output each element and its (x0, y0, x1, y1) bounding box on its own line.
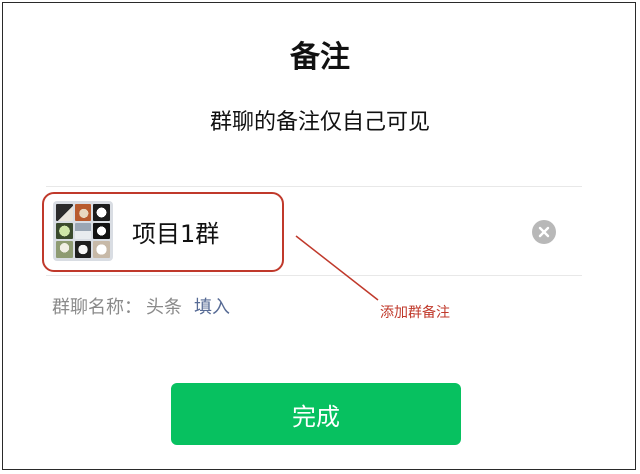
fill-in-link[interactable]: 填入 (194, 297, 230, 318)
done-button[interactable]: 完成 (171, 383, 461, 445)
group-name-row: 群聊名称： 头条 填入 (52, 293, 230, 319)
group-name-value: 头条 (146, 297, 182, 318)
group-name-label: 群聊名称： (52, 297, 142, 318)
annotation-label: 添加群备注 (380, 305, 450, 321)
